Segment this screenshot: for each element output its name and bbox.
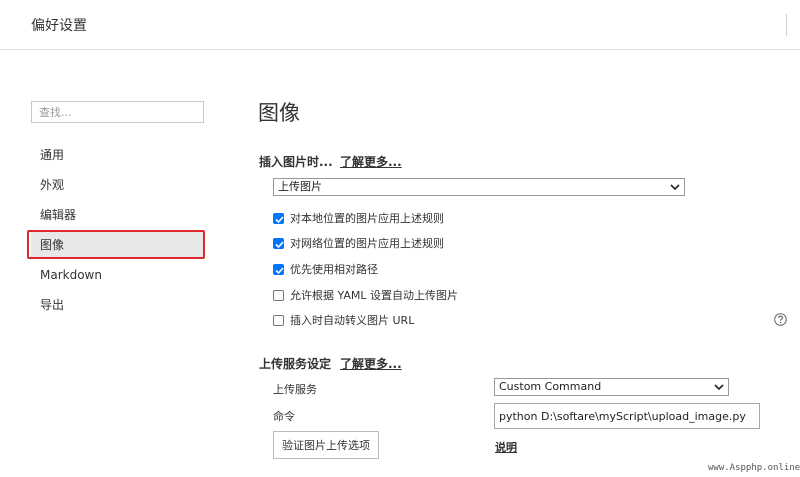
window-title: 偏好设置	[31, 18, 87, 34]
help-icon[interactable]	[774, 313, 787, 326]
upload-service-value: Custom Command	[499, 380, 602, 393]
checkbox-label: 对本地位置的图片应用上述规则	[290, 212, 444, 225]
checkbox-escape-url[interactable]	[273, 314, 284, 326]
insert-action-value: 上传图片	[278, 180, 322, 193]
checkbox-row-yaml-upload[interactable]: 允许根据 YAML 设置自动上传图片	[273, 287, 458, 303]
explain-link[interactable]: 说明	[495, 439, 517, 455]
page-title: 图像	[258, 101, 300, 125]
watermark: www.Aspphp.online	[708, 463, 800, 473]
checkbox-label: 插入时自动转义图片 URL	[290, 314, 415, 327]
insert-action-select[interactable]: 上传图片	[273, 178, 685, 196]
chevron-down-icon	[670, 184, 680, 191]
checkbox-row-local[interactable]: 对本地位置的图片应用上述规则	[273, 210, 444, 226]
checkbox-relative-path[interactable]	[273, 263, 284, 275]
sidebar-item-image[interactable]: 图像	[31, 231, 204, 259]
chevron-down-icon	[714, 384, 724, 391]
command-label: 命令	[273, 410, 295, 423]
checkbox-local-images[interactable]	[273, 212, 284, 224]
checkbox-yaml-upload[interactable]	[273, 289, 284, 301]
checkbox-row-network[interactable]: 对网络位置的图片应用上述规则	[273, 235, 444, 251]
checkbox-label: 对网络位置的图片应用上述规则	[290, 237, 444, 250]
upload-service-select[interactable]: Custom Command	[494, 378, 729, 396]
upload-learn-more-link[interactable]: 了解更多...	[340, 355, 402, 372]
sidebar-item-export[interactable]: 导出	[31, 291, 204, 319]
title-bar-divider	[786, 14, 787, 36]
checkbox-row-escape-url[interactable]: 插入时自动转义图片 URL	[273, 312, 414, 328]
command-input[interactable]	[494, 403, 760, 429]
upload-service-label: 上传服务	[273, 383, 317, 396]
title-bar: 偏好设置	[0, 0, 800, 50]
checkmark-icon	[275, 215, 284, 223]
checkbox-label: 允许根据 YAML 设置自动上传图片	[290, 289, 459, 302]
checkbox-network-images[interactable]	[273, 237, 284, 249]
insert-learn-more-link[interactable]: 了解更多...	[340, 153, 402, 170]
insert-section-label: 插入图片时...	[259, 155, 333, 169]
checkmark-icon	[275, 240, 284, 248]
sidebar-item-general[interactable]: 通用	[31, 141, 204, 169]
sidebar-item-markdown[interactable]: Markdown	[31, 261, 204, 289]
sidebar-item-editor[interactable]: 编辑器	[31, 201, 204, 229]
upload-section-label: 上传服务设定	[259, 357, 332, 371]
checkmark-icon	[275, 266, 284, 274]
search-input[interactable]	[31, 101, 204, 123]
checkbox-label: 优先使用相对路径	[290, 263, 378, 276]
sidebar-item-appearance[interactable]: 外观	[31, 171, 204, 199]
verify-upload-button[interactable]: 验证图片上传选项	[273, 431, 379, 459]
checkbox-row-relative-path[interactable]: 优先使用相对路径	[273, 261, 378, 277]
